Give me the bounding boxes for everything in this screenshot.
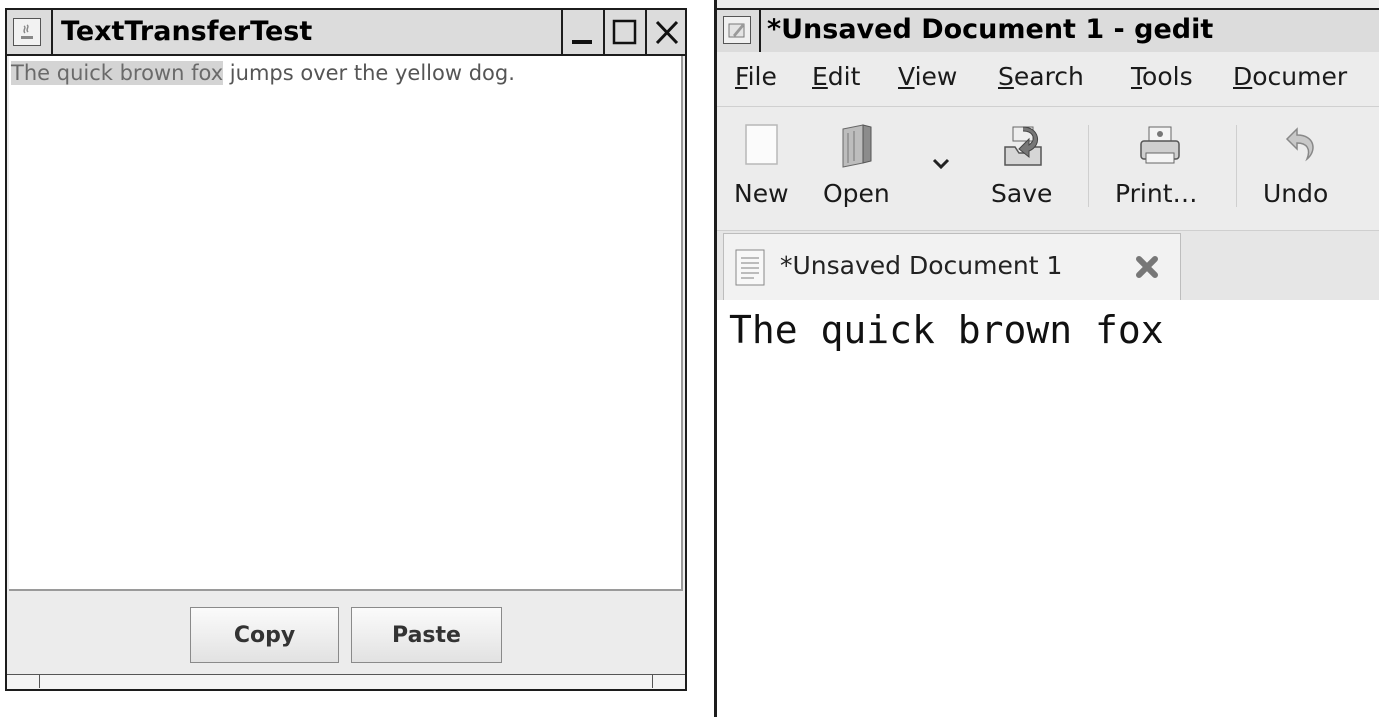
chevron-down-icon (932, 158, 950, 170)
save-button[interactable]: Save (987, 121, 1067, 221)
gedit-title-bar[interactable]: *Unsaved Document 1 - gedit (717, 8, 1379, 54)
text-content: The quick brown fox jumps over the yello… (11, 61, 515, 85)
text-document-icon (735, 249, 765, 286)
open-recent-dropdown[interactable] (927, 121, 955, 221)
window-bottom-border[interactable] (7, 674, 685, 689)
text-editor[interactable]: The quick brown fox (717, 300, 1379, 717)
selected-text: The quick brown fox (11, 61, 224, 85)
tab-unsaved-document-1[interactable]: *Unsaved Document 1 (723, 233, 1181, 301)
menu-mnemonic: V (898, 62, 915, 91)
menu-label: iew (914, 62, 958, 91)
java-app-icon[interactable] (13, 18, 41, 46)
menu-file[interactable]: File (735, 62, 777, 91)
menu-tools[interactable]: Tools (1131, 62, 1193, 91)
title-separator (759, 10, 761, 52)
undo-icon (1285, 127, 1314, 162)
window-title: *Unsaved Document 1 - gedit (767, 14, 1214, 45)
menu-edit[interactable]: Edit (812, 62, 860, 91)
menu-label: ile (747, 62, 777, 91)
menu-mnemonic: F (735, 62, 748, 91)
printer-icon (1140, 126, 1180, 164)
toolbar-divider (1236, 125, 1237, 207)
menu-label: earch (1013, 62, 1084, 91)
close-tab-icon[interactable] (1134, 254, 1160, 280)
editor-text: The quick brown fox (729, 308, 1164, 352)
text-field[interactable]: The quick brown fox jumps over the yello… (9, 56, 683, 591)
menu-mnemonic: T (1131, 62, 1143, 91)
toolbar: New Open Save Print… Undo (717, 106, 1379, 231)
undo-button[interactable]: Undo (1261, 121, 1345, 221)
new-button[interactable]: New (731, 121, 801, 221)
new-document-icon (745, 124, 778, 165)
copy-button[interactable]: Copy (190, 607, 339, 663)
open-folder-icon (842, 124, 872, 168)
save-icon (1004, 126, 1042, 166)
gedit-window: *Unsaved Document 1 - gedit File Edit Vi… (714, 0, 1379, 717)
menu-label: ools (1142, 62, 1193, 91)
print-label: Print… (1115, 179, 1198, 208)
print-button[interactable]: Print… (1113, 121, 1217, 221)
menu-mnemonic: S (998, 62, 1014, 91)
menu-mnemonic: D (1233, 62, 1253, 91)
text-transfer-test-window: TextTransferTest The quick brown fox jum… (5, 8, 687, 691)
menu-label: ocumer (1252, 62, 1348, 91)
minimize-icon (572, 40, 592, 44)
undo-label: Undo (1263, 179, 1329, 208)
menu-bar: File Edit View Search Tools Documer (717, 52, 1379, 104)
gedit-app-icon[interactable] (723, 16, 751, 44)
minimize-button[interactable] (561, 10, 601, 54)
save-label: Save (991, 179, 1053, 208)
new-label: New (734, 179, 789, 208)
toolbar-divider (1088, 125, 1089, 207)
menu-documents[interactable]: Documer (1233, 62, 1347, 91)
window-title: TextTransferTest (61, 16, 313, 47)
close-button[interactable] (645, 10, 685, 54)
document-tab-bar: *Unsaved Document 1 (717, 230, 1379, 302)
open-label: Open (823, 179, 890, 208)
left-title-bar[interactable]: TextTransferTest (7, 10, 685, 56)
maximize-button[interactable] (603, 10, 643, 54)
paste-button[interactable]: Paste (351, 607, 502, 663)
unselected-text: jumps over the yellow dog. (223, 61, 515, 85)
menu-label: dit (827, 62, 861, 91)
tab-label: *Unsaved Document 1 (780, 251, 1063, 280)
button-panel: Copy Paste (7, 593, 685, 675)
maximize-icon (612, 19, 637, 45)
menu-mnemonic: E (812, 62, 828, 91)
close-icon (655, 20, 679, 45)
menu-search[interactable]: Search (998, 62, 1084, 91)
open-button[interactable]: Open (821, 121, 905, 221)
menu-view[interactable]: View (898, 62, 957, 91)
title-separator (51, 10, 53, 54)
